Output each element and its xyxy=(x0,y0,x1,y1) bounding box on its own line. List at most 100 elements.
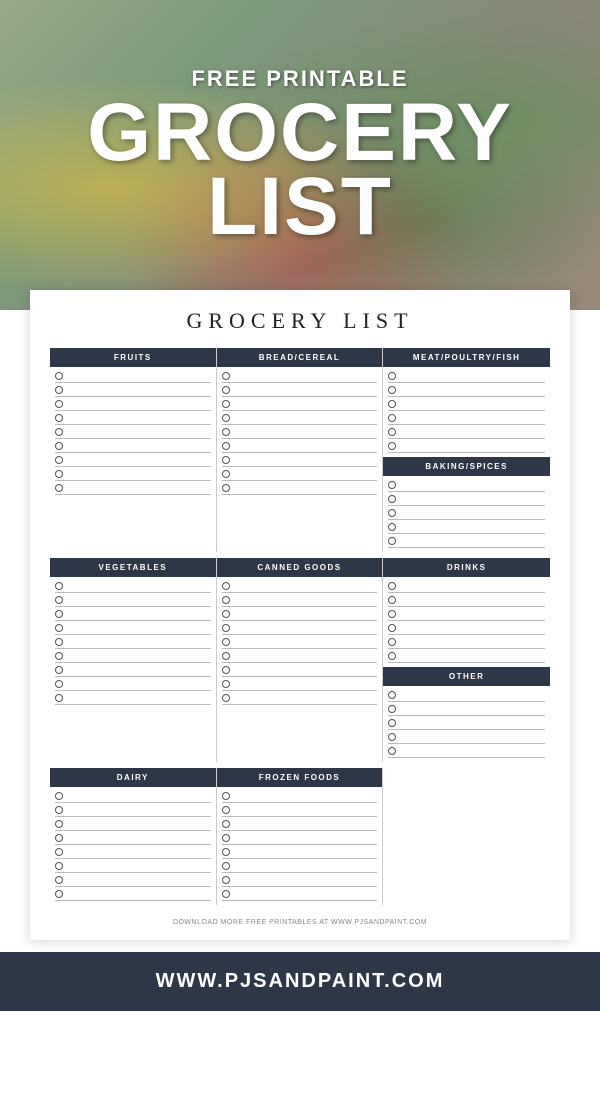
checkbox[interactable] xyxy=(388,610,396,618)
checkbox[interactable] xyxy=(55,428,63,436)
checkbox[interactable] xyxy=(55,666,63,674)
checkbox[interactable] xyxy=(388,691,396,699)
list-item xyxy=(222,412,378,425)
checkbox[interactable] xyxy=(388,400,396,408)
checkbox[interactable] xyxy=(55,848,63,856)
checkbox[interactable] xyxy=(388,747,396,755)
checkbox[interactable] xyxy=(55,694,63,702)
list-item xyxy=(222,622,378,635)
list-item xyxy=(222,790,378,803)
checkbox[interactable] xyxy=(388,509,396,517)
list-item xyxy=(55,426,211,439)
list-item xyxy=(222,426,378,439)
checkbox[interactable] xyxy=(55,806,63,814)
checkbox[interactable] xyxy=(222,624,230,632)
list-item xyxy=(55,454,211,467)
checkbox[interactable] xyxy=(222,862,230,870)
checkbox[interactable] xyxy=(222,890,230,898)
checkbox[interactable] xyxy=(222,484,230,492)
checkbox[interactable] xyxy=(388,638,396,646)
row-3-grid: DAIRY FROZEN FOODS xyxy=(50,768,550,905)
checkbox[interactable] xyxy=(222,596,230,604)
checkbox[interactable] xyxy=(222,680,230,688)
bread-items xyxy=(217,367,383,499)
checkbox[interactable] xyxy=(55,876,63,884)
checkbox[interactable] xyxy=(55,442,63,450)
list-item xyxy=(222,370,378,383)
checkbox[interactable] xyxy=(55,820,63,828)
list-item xyxy=(222,580,378,593)
checkbox[interactable] xyxy=(222,400,230,408)
checkbox[interactable] xyxy=(388,414,396,422)
checkbox[interactable] xyxy=(388,596,396,604)
list-item xyxy=(388,636,545,649)
list-item xyxy=(55,874,211,887)
checkbox[interactable] xyxy=(388,442,396,450)
checkbox[interactable] xyxy=(222,386,230,394)
list-item xyxy=(55,790,211,803)
checkbox[interactable] xyxy=(222,372,230,380)
checkbox[interactable] xyxy=(55,414,63,422)
checkbox[interactable] xyxy=(55,792,63,800)
checkbox[interactable] xyxy=(55,372,63,380)
checkbox[interactable] xyxy=(55,834,63,842)
checkbox[interactable] xyxy=(222,652,230,660)
checkbox[interactable] xyxy=(222,792,230,800)
checkbox[interactable] xyxy=(388,495,396,503)
checkbox[interactable] xyxy=(222,610,230,618)
checkbox[interactable] xyxy=(222,638,230,646)
checkbox[interactable] xyxy=(388,428,396,436)
checkbox[interactable] xyxy=(222,442,230,450)
checkbox[interactable] xyxy=(55,400,63,408)
checkbox[interactable] xyxy=(388,537,396,545)
list-item xyxy=(222,398,378,411)
printable-card: GROCERY LIST FRUITS BREAD/CEREAL xyxy=(30,290,570,940)
checkbox[interactable] xyxy=(388,582,396,590)
checkbox[interactable] xyxy=(55,862,63,870)
hero-text-block: FREE PRINTABLE GROCERY LIST xyxy=(87,66,513,244)
checkbox[interactable] xyxy=(55,652,63,660)
checkbox[interactable] xyxy=(222,848,230,856)
checkbox[interactable] xyxy=(388,733,396,741)
checkbox[interactable] xyxy=(55,582,63,590)
checkbox[interactable] xyxy=(222,470,230,478)
canned-items xyxy=(217,577,383,709)
checkbox[interactable] xyxy=(222,456,230,464)
list-item xyxy=(222,636,378,649)
dairy-items xyxy=(50,787,216,905)
checkbox[interactable] xyxy=(222,414,230,422)
checkbox[interactable] xyxy=(222,428,230,436)
checkbox[interactable] xyxy=(388,481,396,489)
checkbox[interactable] xyxy=(388,386,396,394)
col-right-1: MEAT/POULTRY/FISH BAKING/SPICES xyxy=(383,348,550,552)
checkbox[interactable] xyxy=(388,705,396,713)
canned-header: CANNED GOODS xyxy=(217,558,383,577)
col-fruits: FRUITS xyxy=(50,348,217,552)
checkbox[interactable] xyxy=(388,523,396,531)
checkbox[interactable] xyxy=(55,624,63,632)
col-canned: CANNED GOODS xyxy=(217,558,384,762)
list-item xyxy=(222,594,378,607)
checkbox[interactable] xyxy=(55,456,63,464)
checkbox[interactable] xyxy=(222,834,230,842)
checkbox[interactable] xyxy=(55,610,63,618)
checkbox[interactable] xyxy=(388,652,396,660)
checkbox[interactable] xyxy=(222,582,230,590)
checkbox[interactable] xyxy=(55,596,63,604)
checkbox[interactable] xyxy=(55,680,63,688)
list-item xyxy=(55,370,211,383)
checkbox[interactable] xyxy=(222,876,230,884)
checkbox[interactable] xyxy=(55,484,63,492)
frozen-items xyxy=(217,787,383,905)
checkbox[interactable] xyxy=(55,470,63,478)
checkbox[interactable] xyxy=(55,638,63,646)
checkbox[interactable] xyxy=(222,694,230,702)
checkbox[interactable] xyxy=(388,372,396,380)
checkbox[interactable] xyxy=(388,624,396,632)
checkbox[interactable] xyxy=(388,719,396,727)
checkbox[interactable] xyxy=(222,666,230,674)
checkbox[interactable] xyxy=(222,806,230,814)
checkbox[interactable] xyxy=(55,386,63,394)
checkbox[interactable] xyxy=(222,820,230,828)
checkbox[interactable] xyxy=(55,890,63,898)
